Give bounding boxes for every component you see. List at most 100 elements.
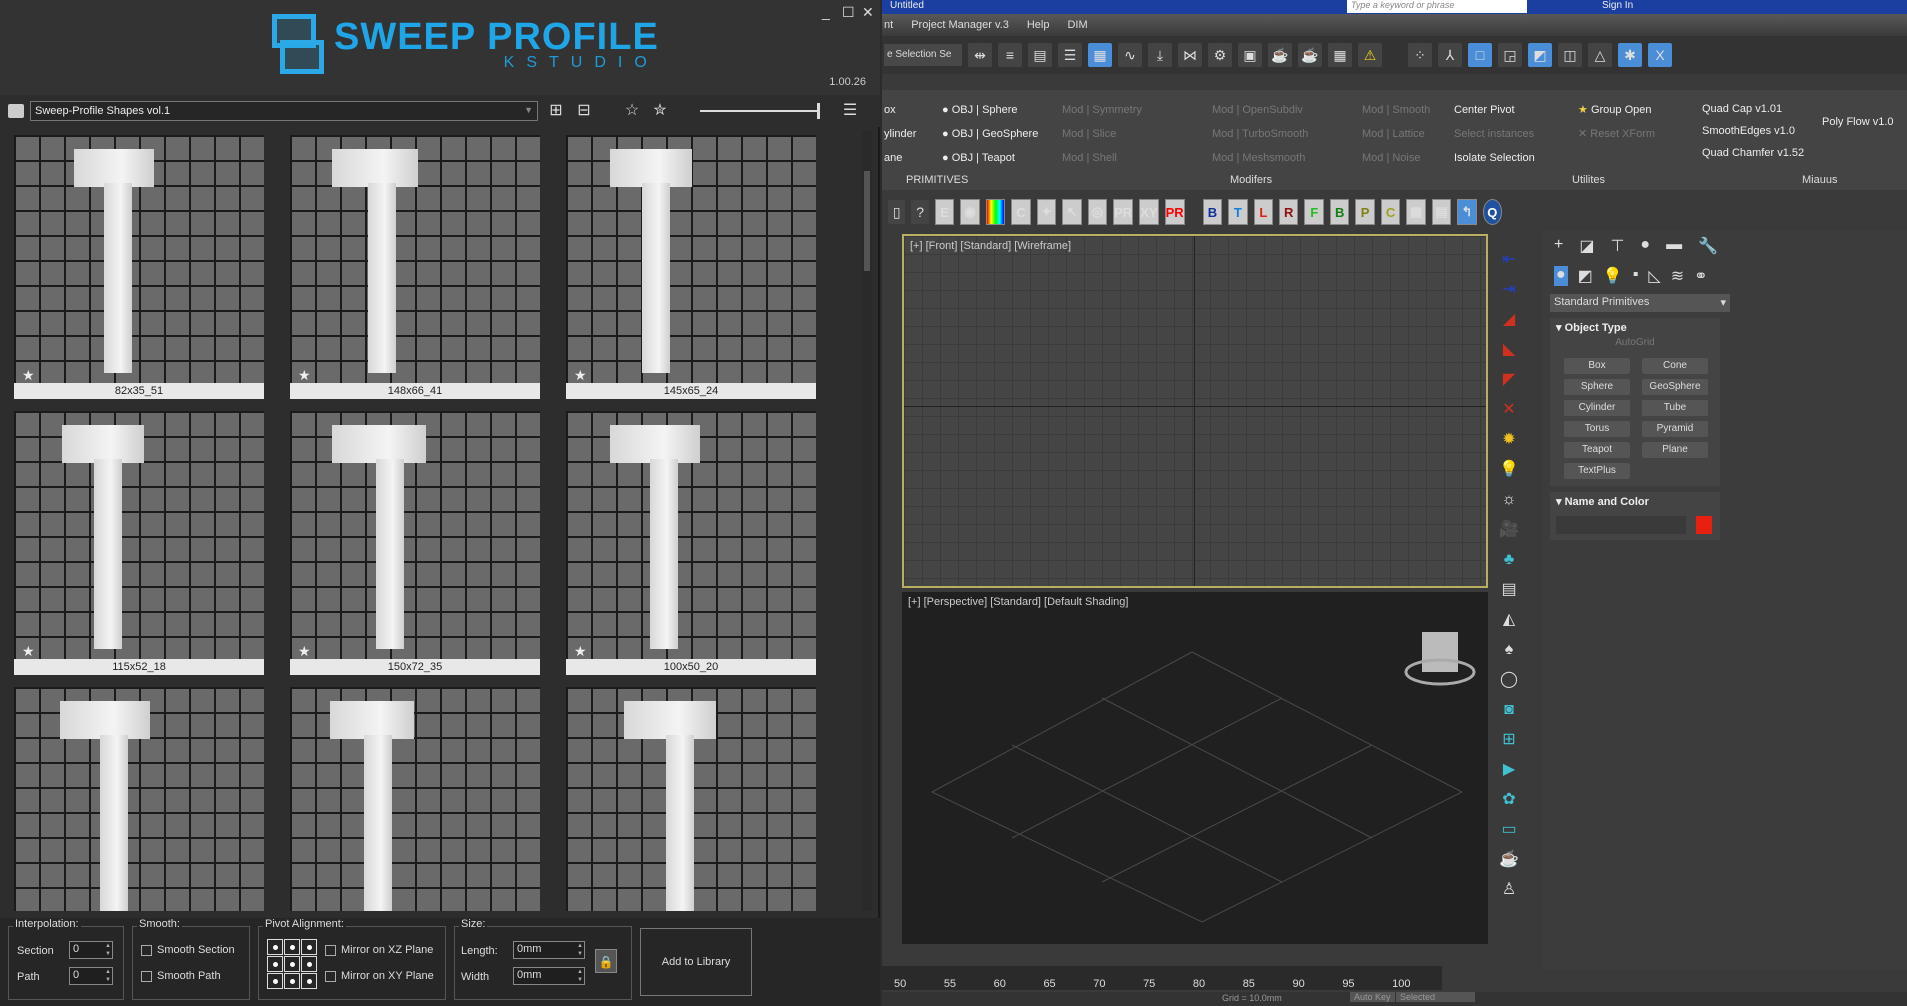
minimize-icon[interactable]: _	[822, 4, 830, 20]
profile-tile[interactable]: ★ 100x50_20	[562, 407, 818, 675]
menu-item-dim[interactable]: DIM	[1067, 19, 1087, 31]
pivot-cell[interactable]	[267, 973, 283, 989]
view-left-icon[interactable]: L	[1253, 199, 1274, 225]
ribbon-mod[interactable]: Mod | Lattice	[1362, 122, 1430, 146]
utilities-tab-icon[interactable]: 🔧	[1698, 236, 1718, 256]
ribbon-obj-geosphere[interactable]: ● OBJ | GeoSphere	[942, 122, 1038, 146]
view-persp-icon[interactable]: P	[1355, 199, 1375, 225]
modify-tab-icon[interactable]: ◪	[1579, 236, 1594, 256]
mirror-xy-checkbox[interactable]	[325, 971, 336, 982]
play-icon[interactable]: ▶	[1503, 760, 1515, 780]
motion-tab-icon[interactable]: ●	[1640, 236, 1650, 256]
slider-handle[interactable]	[817, 103, 820, 119]
smooth-edges-button[interactable]: SmoothEdges v1.0	[1702, 120, 1804, 142]
tool-icon[interactable]: XY	[1139, 199, 1159, 225]
pivot-cell[interactable]	[267, 939, 283, 955]
tool-icon[interactable]: ▤	[1431, 199, 1452, 225]
menu-item[interactable]: nt	[884, 19, 893, 31]
view-right-icon[interactable]: R	[1279, 199, 1299, 225]
tool-icon[interactable]: Q	[1482, 199, 1503, 225]
profile-thumbnail[interactable]: ★	[14, 687, 264, 911]
primitive-button[interactable]: Cone	[1642, 358, 1708, 374]
tool-icon[interactable]: ◣	[1503, 340, 1515, 360]
thumbnail-size-slider[interactable]	[700, 103, 820, 119]
menu-item-project-manager[interactable]: Project Manager v.3	[911, 19, 1009, 31]
tool-icon[interactable]: ⇤	[1502, 250, 1515, 270]
primitive-button[interactable]: Cylinder	[1564, 400, 1630, 416]
warning-icon[interactable]: ⚠	[1358, 43, 1382, 67]
pivot-cell[interactable]	[284, 956, 300, 972]
dope-sheet-icon[interactable]: ⤓	[1148, 43, 1172, 67]
pivot-cell[interactable]	[301, 939, 317, 955]
width-spinner[interactable]: 0mm	[513, 967, 585, 985]
profile-tile[interactable]: ★	[286, 683, 542, 911]
snap-star-icon[interactable]: ✱	[1618, 43, 1642, 67]
omni-icon[interactable]: ☼	[1502, 490, 1517, 510]
profile-tile[interactable]: ★ 115x52_18	[10, 407, 266, 675]
layer-explorer-icon[interactable]: ▤	[1028, 43, 1052, 67]
auto-key-button[interactable]: Auto Key	[1350, 992, 1395, 1002]
profile-tile[interactable]: ★	[562, 683, 818, 911]
length-spinner[interactable]: 0mm	[513, 941, 585, 959]
delete-icon[interactable]: ✕	[1502, 400, 1515, 420]
category-dropdown[interactable]: Standard Primitives ▾	[1550, 294, 1730, 312]
star-add-icon[interactable]: ✮	[650, 101, 670, 121]
primitive-button[interactable]: Box	[1564, 358, 1630, 374]
trees-icon[interactable]: ♣	[1504, 550, 1515, 570]
smooth-section-checkbox[interactable]	[141, 945, 152, 956]
ribbon-mod[interactable]: Mod | Slice	[1062, 122, 1142, 146]
tool-icon[interactable]: ⇥	[1502, 280, 1515, 300]
ribbon-mod[interactable]: Mod | Shell	[1062, 146, 1142, 170]
view-camera-icon[interactable]: C	[1380, 199, 1401, 225]
primitive-button[interactable]: Torus	[1564, 421, 1630, 437]
pivot-cell[interactable]	[284, 973, 300, 989]
ribbon-mod[interactable]: Mod | Smooth	[1362, 98, 1430, 122]
viewport-layout-icon[interactable]: ▦	[1328, 43, 1352, 67]
view-back-icon[interactable]: B	[1329, 199, 1350, 225]
color-tool-icon[interactable]	[985, 199, 1006, 225]
material-editor-icon[interactable]: ⚙	[1208, 43, 1232, 67]
snap-xr-icon[interactable]: X	[1648, 43, 1672, 67]
tool-icon[interactable]: ↰	[1457, 199, 1477, 225]
selection-set-dropdown[interactable]: e Selection Se	[884, 44, 962, 66]
teapot-icon[interactable]: ☕	[1499, 850, 1519, 870]
ribbon-mod[interactable]: Mod | OpenSubdiv	[1212, 98, 1308, 122]
curve-editor-icon[interactable]: ∿	[1118, 43, 1142, 67]
object-type-header[interactable]: ▾ Object Type	[1550, 318, 1720, 337]
favorite-star-icon[interactable]: ★	[298, 367, 311, 384]
primitive-button[interactable]: Sphere	[1564, 379, 1630, 395]
mirror-xz-checkbox[interactable]	[325, 945, 336, 956]
tool-icon[interactable]: ⊞	[1502, 730, 1515, 750]
tool-icon[interactable]: ♙	[1502, 880, 1516, 900]
reset-xform-button[interactable]: ✕ Reset XForm	[1578, 122, 1655, 146]
scrollbar-thumb[interactable]	[864, 171, 870, 271]
view-bottom-icon[interactable]: B	[1202, 199, 1223, 225]
quad-chamfer-button[interactable]: Quad Chamfer v1.52	[1702, 142, 1804, 164]
name-input[interactable]	[1556, 516, 1686, 534]
light-icon[interactable]: 💡	[1499, 460, 1519, 480]
spacewarps-icon[interactable]: ≋	[1671, 266, 1684, 286]
poly-flow-button[interactable]: Poly Flow v1.0	[1822, 110, 1894, 134]
favorite-star-icon[interactable]: ★	[22, 367, 35, 384]
smooth-path-checkbox[interactable]	[141, 971, 152, 982]
ribbon-mod[interactable]: Mod | TurboSmooth	[1212, 122, 1308, 146]
profile-thumbnail[interactable]: ★	[566, 135, 816, 383]
tool-icon[interactable]: ◢	[1503, 310, 1515, 330]
snap-box-icon[interactable]: □	[1468, 43, 1492, 67]
profile-thumbnail[interactable]: ★	[290, 687, 540, 911]
tool-icon[interactable]: ▭	[1501, 820, 1516, 840]
tool-icon[interactable]: ◉	[960, 199, 980, 225]
profile-thumbnail[interactable]: ★	[290, 135, 540, 383]
snap-axis-icon[interactable]: ⅄	[1438, 43, 1462, 67]
key-filter-dropdown[interactable]: Selected	[1396, 992, 1476, 1002]
help-icon[interactable]: ?	[911, 200, 929, 224]
color-swatch[interactable]	[1696, 516, 1712, 534]
profile-thumbnail[interactable]: ★	[566, 687, 816, 911]
isolate-selection-button[interactable]: Isolate Selection	[1454, 146, 1535, 170]
lock-icon[interactable]: 🔒	[595, 949, 617, 973]
ribbon-item[interactable]: ylinder	[884, 122, 916, 146]
snap-edit-icon[interactable]: ◲	[1498, 43, 1522, 67]
primitive-button[interactable]: Plane	[1642, 442, 1708, 458]
ring-icon[interactable]: ◯	[1500, 670, 1518, 690]
section-spinner[interactable]: 0	[69, 941, 113, 959]
